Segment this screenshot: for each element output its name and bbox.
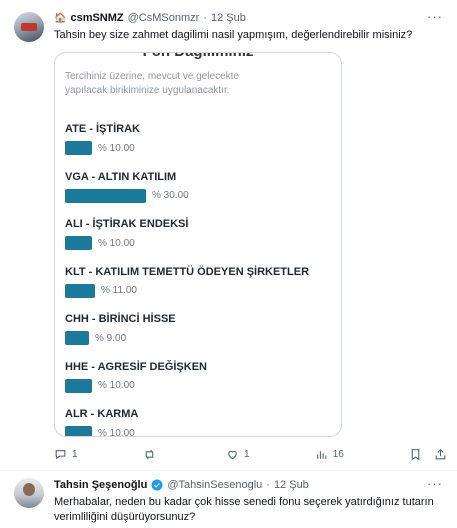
share-icon[interactable]: [434, 448, 447, 461]
fund-name: ALR - KARMA: [65, 408, 139, 420]
more-options-icon[interactable]: ···: [427, 9, 443, 24]
fund-bar-row: % 11.00: [65, 283, 309, 298]
reply-icon: [55, 449, 66, 459]
handle[interactable]: @TahsinSesenoglu: [167, 479, 262, 491]
attached-image-card[interactable]: Fon Dağılımınız Tercihiniz üzerine, mevc…: [54, 52, 342, 437]
tweet-date[interactable]: 12 Şub: [274, 479, 309, 491]
verified-badge-icon: [151, 479, 163, 491]
tweet-date[interactable]: 12 Şub: [211, 12, 246, 24]
display-name[interactable]: Tahsin Şeşenoğlu: [54, 479, 147, 491]
card-subtitle: Tercihiniz üzerine, mevcut ve gelecekte …: [65, 71, 239, 96]
separator-dot: ·: [266, 479, 270, 491]
fund-name: HHE - AGRESİF DEĞİŞKEN: [65, 360, 207, 373]
fund-row: KLT - KATILIM TEMETTÜ ÖDEYEN ŞİRKETLER % …: [65, 266, 309, 298]
fund-row: ATE - İŞTİRAK % 10.00: [65, 123, 140, 155]
fund-percentage: % 10.00: [98, 380, 135, 391]
handle[interactable]: @CsMSonmzr: [128, 12, 200, 24]
tweet-header: 🏠 csmSNMZ @CsMSonmzr · 12 Şub: [54, 12, 246, 24]
fund-bar-row: % 10.00: [65, 141, 140, 155]
like-count: 1: [243, 448, 250, 460]
views-button[interactable]: 16: [315, 448, 344, 461]
action-bar: 1 1 16: [54, 446, 447, 462]
display-name[interactable]: csmSNMZ: [70, 12, 123, 24]
fund-name: CHH - BİRİNCİ HİSSE: [65, 313, 176, 325]
like-icon: [228, 450, 237, 459]
fund-bar-row: % 10.00: [65, 426, 138, 437]
views-icon: [316, 450, 327, 459]
fund-bar: [65, 188, 146, 203]
fund-name: KLT - KATILIM TEMETTÜ ÖDEYEN ŞİRKETLER: [65, 265, 310, 278]
tweet-header: Tahsin Şeşenoğlu @TahsinSesenoglu · 12 Ş…: [54, 479, 309, 491]
fund-bar: [65, 331, 89, 345]
fund-percentage: % 9.00: [95, 332, 127, 344]
fund-percentage: % 11.00: [101, 285, 137, 296]
fund-row: HHE - AGRESİF DEĞİŞKEN % 10.00: [65, 361, 207, 393]
reply-button[interactable]: 1: [54, 448, 78, 461]
fund-row: CHH - BİRİNCİ HİSSE % 9.00: [65, 313, 176, 345]
views-count: 16: [332, 448, 344, 460]
divider: [0, 470, 457, 471]
retweet-icon: [145, 449, 154, 459]
fund-row: ALI - İŞTİRAK ENDEKSİ % 10.00: [65, 218, 188, 250]
more-options-icon[interactable]: ···: [427, 476, 443, 491]
fund-row: ALR - KARMA % 10.00: [65, 408, 139, 437]
fund-bar: [65, 426, 92, 436]
fund-bar: [65, 283, 95, 298]
fund-percentage: % 30.00: [152, 190, 189, 201]
retweet-button[interactable]: [143, 448, 161, 461]
fund-percentage: % 10.00: [98, 427, 135, 437]
avatar[interactable]: [14, 12, 44, 42]
fund-bar-row: % 30.00: [65, 188, 189, 203]
tweet-text: Tahsin bey size zahmet dagilimi nasil ya…: [54, 29, 413, 41]
fund-bar-row: % 10.00: [65, 378, 207, 393]
fund-bar: [65, 141, 92, 155]
fund-row: VGA - ALTIN KATILIM % 30.00: [65, 171, 189, 203]
fund-name: ATE - İŞTİRAK: [65, 123, 140, 135]
bookmark-icon[interactable]: [409, 448, 422, 461]
like-button[interactable]: 1: [226, 448, 250, 461]
fund-bar-row: % 10.00: [65, 236, 188, 250]
name-prefix-icon: 🏠: [54, 12, 67, 24]
fund-bar-row: % 9.00: [65, 331, 176, 345]
reply-count: 1: [72, 448, 78, 460]
fund-bar: [65, 378, 92, 393]
fund-percentage: % 10.00: [98, 142, 135, 154]
fund-name: VGA - ALTIN KATILIM: [65, 170, 177, 183]
fund-name: ALI - İŞTİRAK ENDEKSİ: [65, 218, 189, 230]
card-title: Fon Dağılımınız: [55, 53, 341, 60]
separator-dot: ·: [203, 12, 207, 24]
fund-percentage: % 10.00: [98, 237, 135, 249]
fund-bar: [65, 236, 92, 250]
tweet-text: Merhabalar, neden bu kadar çok hisse sen…: [54, 496, 434, 523]
avatar[interactable]: [14, 478, 44, 508]
